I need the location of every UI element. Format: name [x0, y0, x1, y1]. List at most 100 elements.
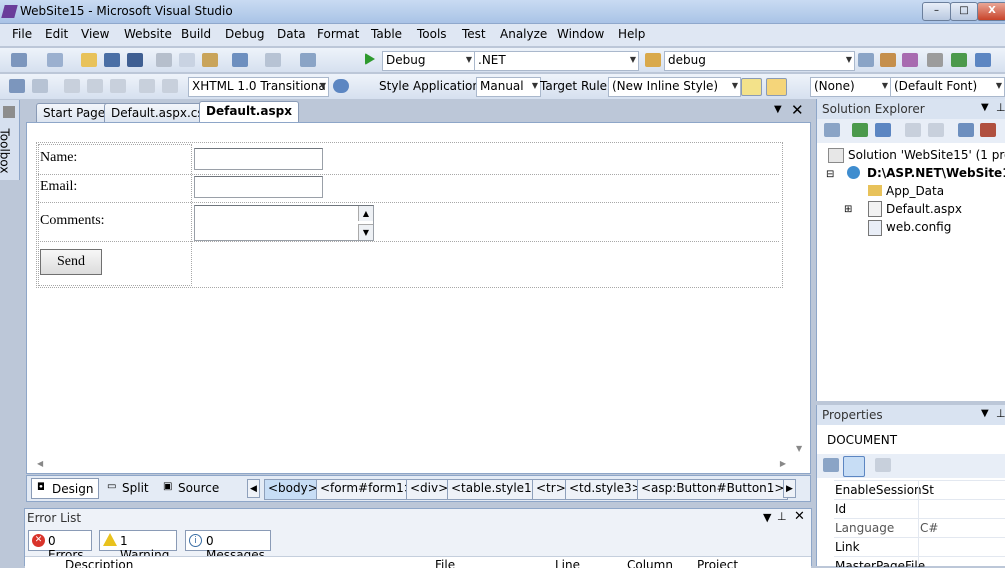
menu-test[interactable]: Test	[462, 27, 486, 41]
menu-help[interactable]: Help	[618, 27, 645, 41]
new-project-icon[interactable]	[11, 53, 27, 67]
close-panel-icon[interactable]: ✕	[794, 509, 805, 524]
properties-object-name[interactable]: DOCUMENT	[827, 433, 897, 447]
pin-icon[interactable]: ⊥	[996, 407, 1005, 420]
menu-data[interactable]: Data	[277, 27, 306, 41]
column-file[interactable]: File	[435, 558, 455, 568]
pin-icon[interactable]: ⊥	[777, 510, 787, 523]
cut-icon[interactable]	[156, 53, 172, 67]
send-button[interactable]: Send	[40, 249, 102, 275]
start-debug-icon[interactable]	[365, 53, 375, 65]
split-view-button[interactable]: ▭ Split	[104, 478, 154, 499]
tree-item-default-aspx[interactable]: Default.aspx	[886, 202, 962, 216]
properties-icon[interactable]	[824, 123, 840, 137]
breadcrumb-scroll-left-icon[interactable]: ◀	[247, 479, 260, 498]
minimize-button[interactable]: –	[922, 2, 951, 21]
validation-icon[interactable]	[333, 79, 349, 93]
undo-icon[interactable]	[232, 53, 248, 67]
error-list-dropdown-icon[interactable]: ▼	[763, 511, 771, 524]
maximize-button[interactable]: □	[950, 2, 978, 21]
name-textbox[interactable]	[194, 148, 323, 170]
start-page-icon[interactable]	[951, 53, 967, 67]
vertical-scrollbar[interactable]: ▼	[792, 123, 810, 457]
asp-config-icon[interactable]	[980, 123, 996, 137]
breadcrumb-td[interactable]: <td.style3>	[565, 479, 646, 500]
menu-file[interactable]: File	[12, 27, 32, 41]
breadcrumb-scroll-right-icon[interactable]: ▶	[783, 479, 796, 498]
menu-analyze[interactable]: Analyze	[500, 27, 547, 41]
menu-format[interactable]: Format	[317, 27, 359, 41]
menu-website[interactable]: Website	[124, 27, 172, 41]
column-column[interactable]: Column	[627, 558, 673, 568]
project-node[interactable]: D:\ASP.NET\WebSite15\	[867, 166, 1005, 180]
email-textbox[interactable]	[194, 176, 323, 198]
object-browser-icon[interactable]	[902, 53, 918, 67]
nest-related-files-icon[interactable]	[875, 123, 891, 137]
textarea-scroll-down-icon[interactable]: ▼	[358, 224, 373, 240]
copy-icon[interactable]	[179, 53, 195, 67]
column-description[interactable]: Description	[65, 558, 133, 568]
alphabetical-icon[interactable]	[843, 456, 865, 477]
font-dropdown[interactable]: (Default Font) ▼	[890, 77, 1005, 97]
comment-icon[interactable]	[64, 79, 80, 93]
design-view-button[interactable]: ◘ Design	[31, 478, 99, 499]
window-icon[interactable]	[975, 53, 991, 67]
property-row-language[interactable]: Language C#	[834, 518, 1005, 538]
source-view-button[interactable]: ▣ Source	[160, 478, 224, 499]
scroll-left-icon[interactable]: ◀	[37, 459, 43, 468]
menu-build[interactable]: Build	[181, 27, 211, 41]
save-icon[interactable]	[104, 53, 120, 67]
platform-dropdown[interactable]: .NET ▼	[474, 51, 639, 71]
close-window-button[interactable]: X	[977, 2, 1005, 21]
breadcrumb-body[interactable]: <body>	[264, 479, 322, 500]
expand-icon[interactable]: ⊞	[844, 204, 852, 215]
solution-config-dropdown[interactable]: Debug ▼	[382, 51, 475, 71]
save-all-icon[interactable]	[127, 53, 143, 67]
check-out-icon[interactable]	[32, 79, 48, 93]
horizontal-scrollbar[interactable]: ◀ ▶	[27, 457, 792, 473]
panel-dropdown-icon[interactable]: ▼	[981, 102, 989, 113]
collapse-icon[interactable]: ⊟	[826, 169, 834, 180]
property-row-link[interactable]: Link	[834, 537, 1005, 557]
check-in-icon[interactable]	[9, 79, 25, 93]
view-code-icon[interactable]	[905, 123, 921, 137]
property-row-id[interactable]: Id	[834, 499, 1005, 519]
paste-icon[interactable]	[202, 53, 218, 67]
pin-icon[interactable]: ⊥	[996, 101, 1005, 114]
style-application-dropdown[interactable]: Manual ▼	[476, 77, 541, 97]
close-document-icon[interactable]: ✕	[791, 101, 804, 119]
find-icon[interactable]	[858, 53, 874, 67]
breadcrumb-form[interactable]: <form#form1>	[316, 479, 418, 500]
tree-item-app-data[interactable]: App_Data	[886, 184, 944, 198]
menu-window[interactable]: Window	[557, 27, 604, 41]
menu-debug[interactable]: Debug	[225, 27, 264, 41]
messages-filter-button[interactable]: i 0 Messages	[185, 530, 271, 562]
indent-icon[interactable]	[87, 79, 103, 93]
refresh-icon[interactable]	[852, 123, 868, 137]
solution-node[interactable]: Solution 'WebSite15' (1 projec	[848, 148, 1005, 162]
menu-tools[interactable]: Tools	[417, 27, 447, 41]
tab-list-dropdown-icon[interactable]: ▼	[774, 104, 782, 115]
panel-dropdown-icon[interactable]: ▼	[981, 408, 989, 419]
textarea-scroll-up-icon[interactable]: ▲	[358, 206, 373, 221]
none-dropdown[interactable]: (None) ▼	[810, 77, 891, 97]
menu-edit[interactable]: Edit	[45, 27, 68, 41]
categorized-icon[interactable]	[823, 458, 839, 472]
warnings-filter-button[interactable]: 1 Warning	[99, 530, 177, 562]
toolbox-tab[interactable]: Toolbox	[0, 100, 20, 180]
breadcrumb-table[interactable]: <table.style1>	[447, 479, 546, 500]
copy-website-icon[interactable]	[958, 123, 974, 137]
breadcrumb-button[interactable]: <asp:Button#Button1>	[637, 479, 789, 500]
errors-filter-button[interactable]: ✕ 0 Errors	[28, 530, 92, 562]
column-project[interactable]: Project	[697, 558, 738, 568]
list-icon[interactable]	[139, 79, 155, 93]
find-in-files-icon[interactable]	[645, 53, 661, 67]
reuse-style-icon[interactable]	[766, 78, 787, 96]
breadcrumb-div[interactable]: <div>	[406, 479, 453, 500]
design-surface[interactable]: Name: Email: Comments: ▲ ▼ Send ▼ ◀ ▶	[26, 122, 811, 474]
open-folder-icon[interactable]	[81, 53, 97, 67]
property-row-master-page-file[interactable]: MasterPageFile	[834, 556, 1005, 567]
add-item-icon[interactable]	[47, 53, 63, 67]
redo-icon[interactable]	[265, 53, 281, 67]
menu-view[interactable]: View	[81, 27, 109, 41]
